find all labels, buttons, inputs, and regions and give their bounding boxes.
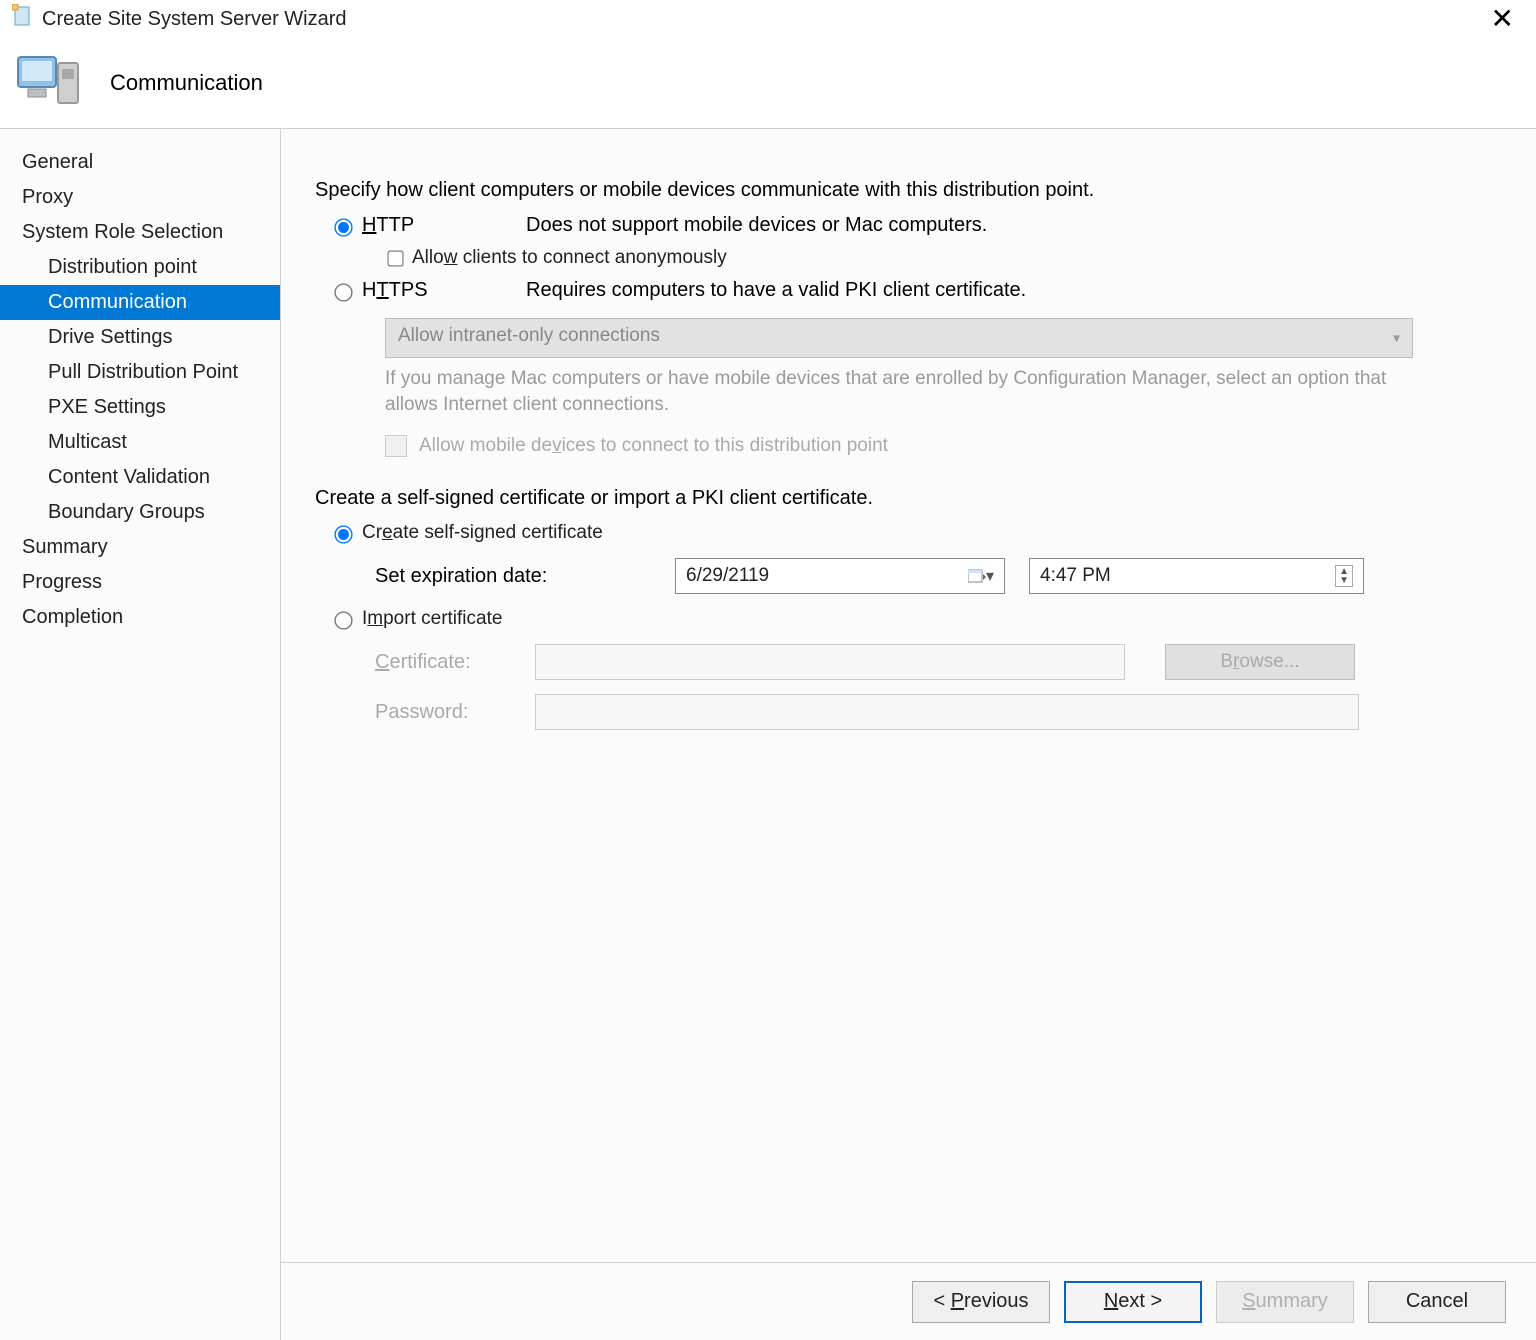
- cert-intro: Create a self-signed certificate or impo…: [315, 487, 1502, 510]
- create-cert-label: Create self-signed certificate: [362, 522, 603, 544]
- certificate-field-row: Certificate: Browse...: [375, 644, 1502, 680]
- expiration-row: Set expiration date: 6/29/2119 ▾ 4:47 PM…: [375, 558, 1502, 594]
- https-option-row: HTTPS Requires computers to have a valid…: [315, 279, 1502, 302]
- window-title: Create Site System Server Wizard: [42, 8, 347, 31]
- expiration-time-input[interactable]: 4:47 PM ▲▼: [1029, 558, 1364, 594]
- next-button[interactable]: Next >: [1064, 1281, 1202, 1323]
- connection-dropdown: Allow intranet-only connections ▾: [385, 318, 1413, 358]
- connection-hint: If you manage Mac computers or have mobi…: [385, 366, 1415, 417]
- close-icon[interactable]: ✕: [1481, 5, 1524, 33]
- import-cert-radio[interactable]: [334, 612, 352, 630]
- cancel-button[interactable]: Cancel: [1368, 1281, 1506, 1323]
- http-radio[interactable]: [334, 218, 352, 236]
- sidebar-item-proxy[interactable]: Proxy: [0, 180, 280, 215]
- sidebar-item-communication[interactable]: Communication: [0, 285, 280, 320]
- form-area: Specify how client computers or mobile d…: [281, 129, 1536, 1262]
- expiration-date-value: 6/29/2119: [686, 565, 769, 587]
- content-pane: Specify how client computers or mobile d…: [281, 129, 1536, 1340]
- wizard-footer: < Previous Next > Summary Cancel: [281, 1262, 1536, 1340]
- http-desc: Does not support mobile devices or Mac c…: [526, 214, 987, 237]
- allow-anonymous-checkbox[interactable]: [387, 250, 403, 266]
- certificate-label: Certificate:: [375, 651, 535, 674]
- password-label: Password:: [375, 701, 535, 724]
- sidebar-item-boundary-groups[interactable]: Boundary Groups: [0, 495, 280, 530]
- wizard-window: Create Site System Server Wizard ✕ Commu…: [0, 0, 1536, 1340]
- body-area: General Proxy System Role Selection Dist…: [0, 128, 1536, 1340]
- http-label: HTTP: [362, 214, 482, 237]
- allow-mobile-label: Allow mobile devices to connect to this …: [419, 435, 888, 457]
- intro-text: Specify how client computers or mobile d…: [315, 179, 1502, 202]
- expiration-date-input[interactable]: 6/29/2119 ▾: [675, 558, 1005, 594]
- summary-button: Summary: [1216, 1281, 1354, 1323]
- sidebar-item-completion[interactable]: Completion: [0, 600, 280, 635]
- time-spinner-icon[interactable]: ▲▼: [1335, 565, 1353, 587]
- https-desc: Requires computers to have a valid PKI c…: [526, 279, 1026, 302]
- header-strip: Communication: [0, 38, 1536, 128]
- import-cert-row: Import certificate: [315, 608, 1502, 630]
- sidebar-item-general[interactable]: General: [0, 145, 280, 180]
- import-cert-label: Import certificate: [362, 608, 502, 630]
- allow-anonymous-label: Allow clients to connect anonymously: [412, 247, 727, 269]
- titlebar: Create Site System Server Wizard ✕: [0, 0, 1536, 38]
- https-radio[interactable]: [334, 283, 352, 301]
- previous-button[interactable]: < Previous: [912, 1281, 1050, 1323]
- chevron-down-icon: ▾: [1393, 330, 1400, 347]
- connection-dropdown-row: Allow intranet-only connections ▾: [385, 318, 1502, 358]
- expiration-label: Set expiration date:: [375, 565, 675, 588]
- calendar-icon[interactable]: ▾: [968, 566, 994, 586]
- password-input: [535, 694, 1359, 730]
- browse-button: Browse...: [1165, 644, 1355, 680]
- https-label: HTTPS: [362, 279, 482, 302]
- server-icon: [14, 51, 82, 115]
- sidebar-item-pxe-settings[interactable]: PXE Settings: [0, 390, 280, 425]
- sidebar-item-drive-settings[interactable]: Drive Settings: [0, 320, 280, 355]
- certificate-input: [535, 644, 1125, 680]
- sidebar-item-multicast[interactable]: Multicast: [0, 425, 280, 460]
- sidebar-item-summary[interactable]: Summary: [0, 530, 280, 565]
- create-cert-row: Create self-signed certificate: [315, 522, 1502, 544]
- sidebar-item-system-role-selection[interactable]: System Role Selection: [0, 215, 280, 250]
- expiration-time-value: 4:47 PM: [1040, 565, 1111, 587]
- sidebar-item-distribution-point[interactable]: Distribution point: [0, 250, 280, 285]
- allow-mobile-row: Allow mobile devices to connect to this …: [385, 435, 1502, 457]
- connection-dropdown-value: Allow intranet-only connections: [398, 325, 660, 346]
- sidebar-item-progress[interactable]: Progress: [0, 565, 280, 600]
- create-cert-radio[interactable]: [334, 526, 352, 544]
- http-option-row: HTTP Does not support mobile devices or …: [315, 214, 1502, 237]
- page-title: Communication: [110, 70, 263, 96]
- sidebar-item-pull-distribution-point[interactable]: Pull Distribution Point: [0, 355, 280, 390]
- password-field-row: Password:: [375, 694, 1502, 730]
- wizard-icon: [12, 4, 32, 34]
- sidebar-nav: General Proxy System Role Selection Dist…: [0, 129, 281, 1340]
- allow-anonymous-row: Allow clients to connect anonymously: [385, 247, 1502, 269]
- allow-mobile-checkbox: [385, 435, 407, 457]
- sidebar-item-content-validation[interactable]: Content Validation: [0, 460, 280, 495]
